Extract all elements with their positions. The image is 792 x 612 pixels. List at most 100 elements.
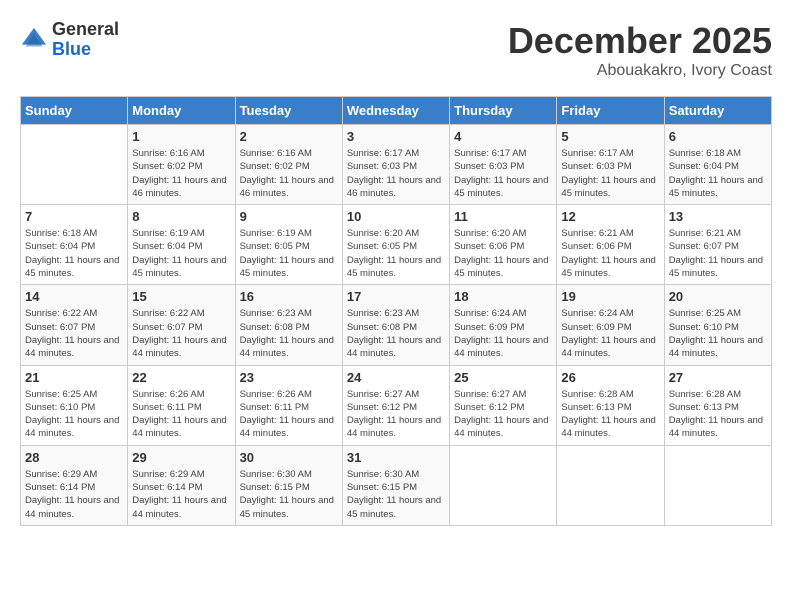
day-number: 22 bbox=[132, 370, 230, 385]
day-info: Sunrise: 6:16 AM Sunset: 6:02 PM Dayligh… bbox=[240, 147, 338, 200]
day-info: Sunrise: 6:26 AM Sunset: 6:11 PM Dayligh… bbox=[132, 388, 230, 441]
calendar-row: 28 Sunrise: 6:29 AM Sunset: 6:14 PM Dayli… bbox=[21, 445, 772, 525]
day-number: 18 bbox=[454, 289, 552, 304]
day-number: 28 bbox=[25, 450, 123, 465]
day-info: Sunrise: 6:23 AM Sunset: 6:08 PM Dayligh… bbox=[240, 307, 338, 360]
calendar-cell: 28 Sunrise: 6:29 AM Sunset: 6:14 PM Dayli… bbox=[21, 445, 128, 525]
day-info: Sunrise: 6:24 AM Sunset: 6:09 PM Dayligh… bbox=[561, 307, 659, 360]
calendar-cell: 18 Sunrise: 6:24 AM Sunset: 6:09 PM Dayli… bbox=[450, 285, 557, 365]
calendar-row: 14 Sunrise: 6:22 AM Sunset: 6:07 PM Dayli… bbox=[21, 285, 772, 365]
day-info: Sunrise: 6:30 AM Sunset: 6:15 PM Dayligh… bbox=[240, 468, 338, 521]
calendar-header: SundayMondayTuesdayWednesdayThursdayFrid… bbox=[21, 97, 772, 125]
header-cell: Friday bbox=[557, 97, 664, 125]
calendar-body: 1 Sunrise: 6:16 AM Sunset: 6:02 PM Daylig… bbox=[21, 125, 772, 526]
day-number: 20 bbox=[669, 289, 767, 304]
month-title: December 2025 bbox=[508, 20, 772, 62]
day-number: 25 bbox=[454, 370, 552, 385]
logo: General Blue bbox=[20, 20, 119, 60]
day-info: Sunrise: 6:22 AM Sunset: 6:07 PM Dayligh… bbox=[25, 307, 123, 360]
day-info: Sunrise: 6:27 AM Sunset: 6:12 PM Dayligh… bbox=[454, 388, 552, 441]
calendar-cell: 31Sunrise: 6:30 AM Sunset: 6:15 PM Dayli… bbox=[342, 445, 449, 525]
day-info: Sunrise: 6:17 AM Sunset: 6:03 PM Dayligh… bbox=[347, 147, 445, 200]
day-number: 17 bbox=[347, 289, 445, 304]
logo-general: General bbox=[52, 20, 119, 40]
day-info: Sunrise: 6:26 AM Sunset: 6:11 PM Dayligh… bbox=[240, 388, 338, 441]
day-info: Sunrise: 6:22 AM Sunset: 6:07 PM Dayligh… bbox=[132, 307, 230, 360]
title-block: December 2025 Abouakakro, Ivory Coast bbox=[508, 20, 772, 80]
calendar-cell: 25 Sunrise: 6:27 AM Sunset: 6:12 PM Dayli… bbox=[450, 365, 557, 445]
day-number: 1 bbox=[132, 129, 230, 144]
day-info: Sunrise: 6:25 AM Sunset: 6:10 PM Dayligh… bbox=[25, 388, 123, 441]
calendar-cell: 10 Sunrise: 6:20 AM Sunset: 6:05 PM Dayli… bbox=[342, 205, 449, 285]
logo-text: General Blue bbox=[52, 20, 119, 60]
day-info: Sunrise: 6:18 AM Sunset: 6:04 PM Dayligh… bbox=[25, 227, 123, 280]
day-info: Sunrise: 6:28 AM Sunset: 6:13 PM Dayligh… bbox=[669, 388, 767, 441]
day-number: 4 bbox=[454, 129, 552, 144]
header-cell: Thursday bbox=[450, 97, 557, 125]
day-info: Sunrise: 6:23 AM Sunset: 6:08 PM Dayligh… bbox=[347, 307, 445, 360]
day-number: 14 bbox=[25, 289, 123, 304]
day-info: Sunrise: 6:30 AM Sunset: 6:15 PM Dayligh… bbox=[347, 468, 445, 521]
calendar-cell bbox=[557, 445, 664, 525]
calendar-cell bbox=[21, 125, 128, 205]
day-info: Sunrise: 6:19 AM Sunset: 6:04 PM Dayligh… bbox=[132, 227, 230, 280]
calendar-table: SundayMondayTuesdayWednesdayThursdayFrid… bbox=[20, 96, 772, 526]
day-number: 19 bbox=[561, 289, 659, 304]
day-info: Sunrise: 6:20 AM Sunset: 6:05 PM Dayligh… bbox=[347, 227, 445, 280]
calendar-cell: 19 Sunrise: 6:24 AM Sunset: 6:09 PM Dayli… bbox=[557, 285, 664, 365]
calendar-cell: 5 Sunrise: 6:17 AM Sunset: 6:03 PM Daylig… bbox=[557, 125, 664, 205]
day-info: Sunrise: 6:17 AM Sunset: 6:03 PM Dayligh… bbox=[561, 147, 659, 200]
day-number: 27 bbox=[669, 370, 767, 385]
day-number: 5 bbox=[561, 129, 659, 144]
calendar-cell: 13Sunrise: 6:21 AM Sunset: 6:07 PM Dayli… bbox=[664, 205, 771, 285]
calendar-cell: 17 Sunrise: 6:23 AM Sunset: 6:08 PM Dayli… bbox=[342, 285, 449, 365]
page-header: General Blue December 2025 Abouakakro, I… bbox=[20, 20, 772, 80]
day-number: 10 bbox=[347, 209, 445, 224]
day-number: 9 bbox=[240, 209, 338, 224]
calendar-cell: 22 Sunrise: 6:26 AM Sunset: 6:11 PM Dayli… bbox=[128, 365, 235, 445]
day-info: Sunrise: 6:21 AM Sunset: 6:06 PM Dayligh… bbox=[561, 227, 659, 280]
day-info: Sunrise: 6:24 AM Sunset: 6:09 PM Dayligh… bbox=[454, 307, 552, 360]
calendar-cell: 20Sunrise: 6:25 AM Sunset: 6:10 PM Dayli… bbox=[664, 285, 771, 365]
day-info: Sunrise: 6:19 AM Sunset: 6:05 PM Dayligh… bbox=[240, 227, 338, 280]
calendar-cell bbox=[450, 445, 557, 525]
day-info: Sunrise: 6:17 AM Sunset: 6:03 PM Dayligh… bbox=[454, 147, 552, 200]
day-number: 24 bbox=[347, 370, 445, 385]
logo-blue: Blue bbox=[52, 40, 119, 60]
day-number: 29 bbox=[132, 450, 230, 465]
day-info: Sunrise: 6:29 AM Sunset: 6:14 PM Dayligh… bbox=[25, 468, 123, 521]
calendar-row: 21Sunrise: 6:25 AM Sunset: 6:10 PM Dayli… bbox=[21, 365, 772, 445]
calendar-cell: 26 Sunrise: 6:28 AM Sunset: 6:13 PM Dayli… bbox=[557, 365, 664, 445]
day-info: Sunrise: 6:18 AM Sunset: 6:04 PM Dayligh… bbox=[669, 147, 767, 200]
calendar-cell: 7Sunrise: 6:18 AM Sunset: 6:04 PM Daylig… bbox=[21, 205, 128, 285]
calendar-row: 7Sunrise: 6:18 AM Sunset: 6:04 PM Daylig… bbox=[21, 205, 772, 285]
calendar-cell: 11Sunrise: 6:20 AM Sunset: 6:06 PM Dayli… bbox=[450, 205, 557, 285]
day-info: Sunrise: 6:20 AM Sunset: 6:06 PM Dayligh… bbox=[454, 227, 552, 280]
calendar-cell: 9 Sunrise: 6:19 AM Sunset: 6:05 PM Daylig… bbox=[235, 205, 342, 285]
day-info: Sunrise: 6:28 AM Sunset: 6:13 PM Dayligh… bbox=[561, 388, 659, 441]
day-number: 12 bbox=[561, 209, 659, 224]
location-title: Abouakakro, Ivory Coast bbox=[508, 62, 772, 80]
calendar-cell: 4 Sunrise: 6:17 AM Sunset: 6:03 PM Daylig… bbox=[450, 125, 557, 205]
calendar-cell bbox=[664, 445, 771, 525]
calendar-cell: 2 Sunrise: 6:16 AM Sunset: 6:02 PM Daylig… bbox=[235, 125, 342, 205]
day-number: 8 bbox=[132, 209, 230, 224]
calendar-cell: 15Sunrise: 6:22 AM Sunset: 6:07 PM Dayli… bbox=[128, 285, 235, 365]
calendar-cell: 30 Sunrise: 6:30 AM Sunset: 6:15 PM Dayli… bbox=[235, 445, 342, 525]
day-number: 23 bbox=[240, 370, 338, 385]
calendar-cell: 24 Sunrise: 6:27 AM Sunset: 6:12 PM Dayli… bbox=[342, 365, 449, 445]
day-info: Sunrise: 6:27 AM Sunset: 6:12 PM Dayligh… bbox=[347, 388, 445, 441]
day-number: 2 bbox=[240, 129, 338, 144]
day-info: Sunrise: 6:16 AM Sunset: 6:02 PM Dayligh… bbox=[132, 147, 230, 200]
calendar-cell: 6 Sunrise: 6:18 AM Sunset: 6:04 PM Daylig… bbox=[664, 125, 771, 205]
day-number: 13 bbox=[669, 209, 767, 224]
day-number: 3 bbox=[347, 129, 445, 144]
calendar-cell: 16Sunrise: 6:23 AM Sunset: 6:08 PM Dayli… bbox=[235, 285, 342, 365]
day-number: 6 bbox=[669, 129, 767, 144]
header-cell: Monday bbox=[128, 97, 235, 125]
day-number: 26 bbox=[561, 370, 659, 385]
day-number: 30 bbox=[240, 450, 338, 465]
day-info: Sunrise: 6:29 AM Sunset: 6:14 PM Dayligh… bbox=[132, 468, 230, 521]
calendar-cell: 27 Sunrise: 6:28 AM Sunset: 6:13 PM Dayli… bbox=[664, 365, 771, 445]
calendar-cell: 3 Sunrise: 6:17 AM Sunset: 6:03 PM Daylig… bbox=[342, 125, 449, 205]
